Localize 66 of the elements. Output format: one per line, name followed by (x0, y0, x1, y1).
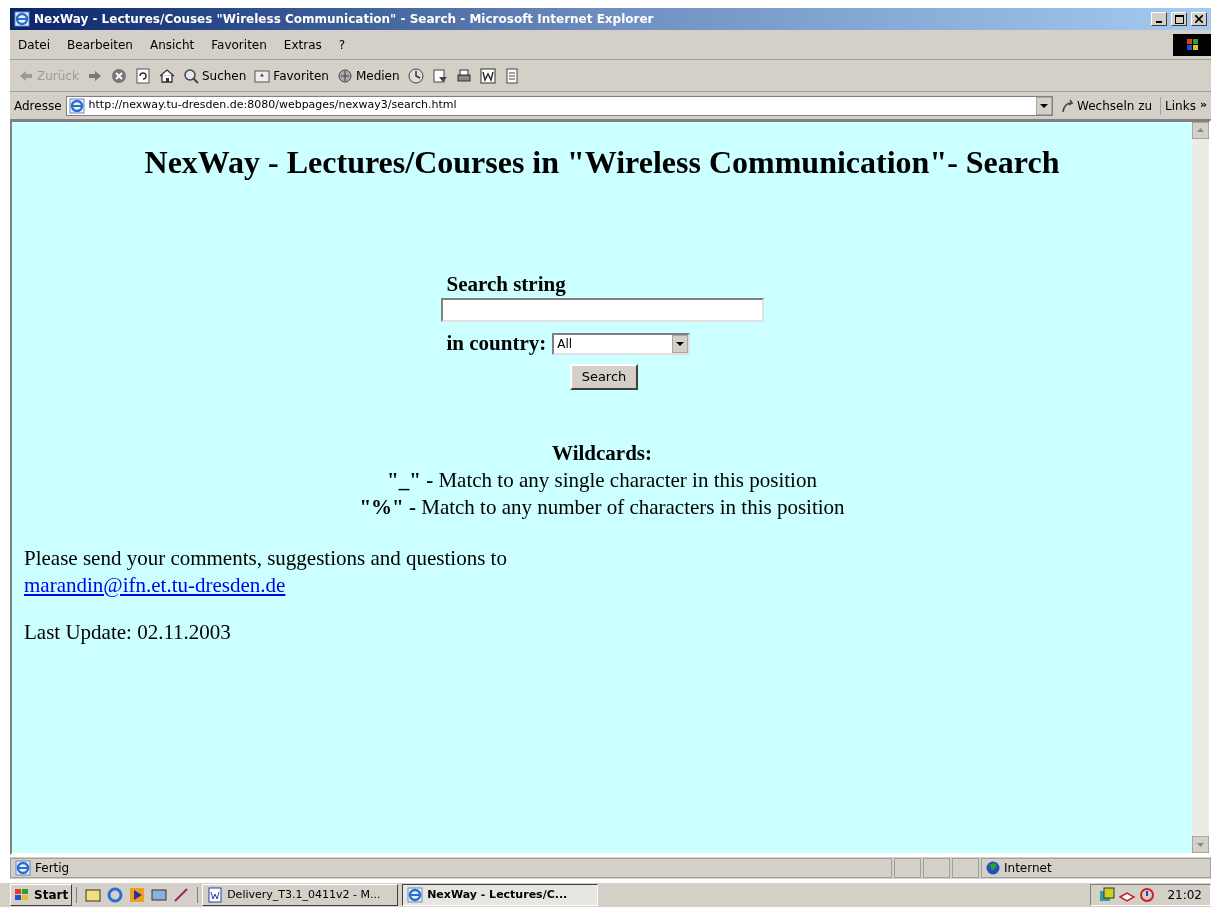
zone-label: Internet (1004, 860, 1052, 877)
wildcards-heading: Wildcards: (552, 439, 652, 467)
refresh-icon (134, 67, 151, 84)
email-link[interactable]: marandin@ifn.et.tu-dresden.de (24, 571, 286, 599)
search-icon (182, 67, 199, 84)
windows-logo-icon (1173, 33, 1211, 56)
menu-item[interactable]: ? (338, 35, 346, 54)
address-label: Adresse (14, 97, 62, 115)
clock-icon (407, 67, 424, 84)
maximize-icon (1174, 14, 1184, 24)
status-text: Fertig (35, 860, 70, 877)
search-button[interactable]: Suchen (182, 64, 247, 87)
page-icon (68, 97, 85, 114)
minimize-button[interactable] (1151, 12, 1167, 26)
status-panel (894, 858, 921, 878)
browser-icon[interactable] (107, 887, 124, 903)
menu-item[interactable]: Extras (283, 35, 322, 54)
address-field[interactable]: http://nexway.tu-dresden.de:8080/webpages/nexway3/search.html (65, 95, 1053, 116)
dropdown-arrow-icon (672, 334, 689, 353)
close-icon (1195, 15, 1203, 23)
favorites-button[interactable]: Favoriten (254, 64, 329, 87)
windows-logo-icon (14, 888, 30, 902)
status-panel (952, 858, 979, 878)
dropdown-arrow-icon[interactable] (1036, 96, 1052, 115)
links-button[interactable]: Links (1160, 96, 1196, 115)
document-icon (479, 67, 496, 84)
home-icon (158, 67, 175, 84)
network-icon[interactable] (1099, 887, 1116, 903)
menu-item[interactable]: Ansicht (149, 35, 195, 54)
printer-icon (455, 67, 472, 84)
search-field[interactable] (440, 298, 764, 322)
taskbar-button[interactable]: Delivery_T3.1_0411v2 - M... (202, 884, 399, 906)
chevron-button[interactable]: » (1199, 97, 1211, 114)
go-button[interactable]: Wechseln zu (1057, 96, 1157, 115)
page-icon (15, 860, 31, 876)
globe-icon (986, 861, 1000, 875)
clock: 21:02 (1166, 887, 1202, 904)
last-update-text: Last Update: 02.11.2003 (24, 618, 232, 646)
page-heading: NexWay - Lectures/Courses in "Wireless Communication"- Search (143, 143, 1061, 182)
search-button[interactable]: Search (569, 363, 639, 390)
arrow-icon (1061, 98, 1075, 113)
contact-text: Please send your comments, suggestions and questions to (24, 544, 508, 572)
close-button[interactable] (1191, 12, 1207, 26)
status-panel (923, 858, 950, 878)
scrollbar[interactable] (1192, 122, 1209, 853)
document-icon (207, 887, 224, 903)
browser-icon (407, 887, 424, 903)
play-icon[interactable] (129, 887, 146, 903)
taskbar-button[interactable]: NexWay - Lectures/C... (402, 884, 599, 906)
menu-item[interactable]: Favoriten (211, 35, 267, 54)
globe-icon (336, 67, 353, 84)
wildcard-description: "%" - Match to any number of characters in this position (359, 493, 845, 521)
field-label: Search string (445, 272, 566, 296)
menu-item[interactable]: Bearbeiten (67, 35, 133, 54)
window-title: NexWay - Lectures/Couses "Wireless Communication" - Search - Microsoft Internet Explorer (34, 11, 654, 28)
field-label: in country: (446, 330, 547, 357)
notes-icon (503, 67, 520, 84)
start-button[interactable]: Start (10, 884, 73, 906)
wildcard-description: "_" - Match to any single character in this position (387, 466, 817, 494)
stop-icon (110, 67, 127, 84)
maximize-button[interactable] (1171, 12, 1187, 26)
browser-icon (14, 11, 30, 27)
pen-icon[interactable] (173, 887, 190, 903)
menu-item[interactable]: Datei (18, 35, 50, 54)
media-button[interactable]: Medien (336, 64, 400, 87)
country-dropdown[interactable]: All (552, 332, 691, 355)
